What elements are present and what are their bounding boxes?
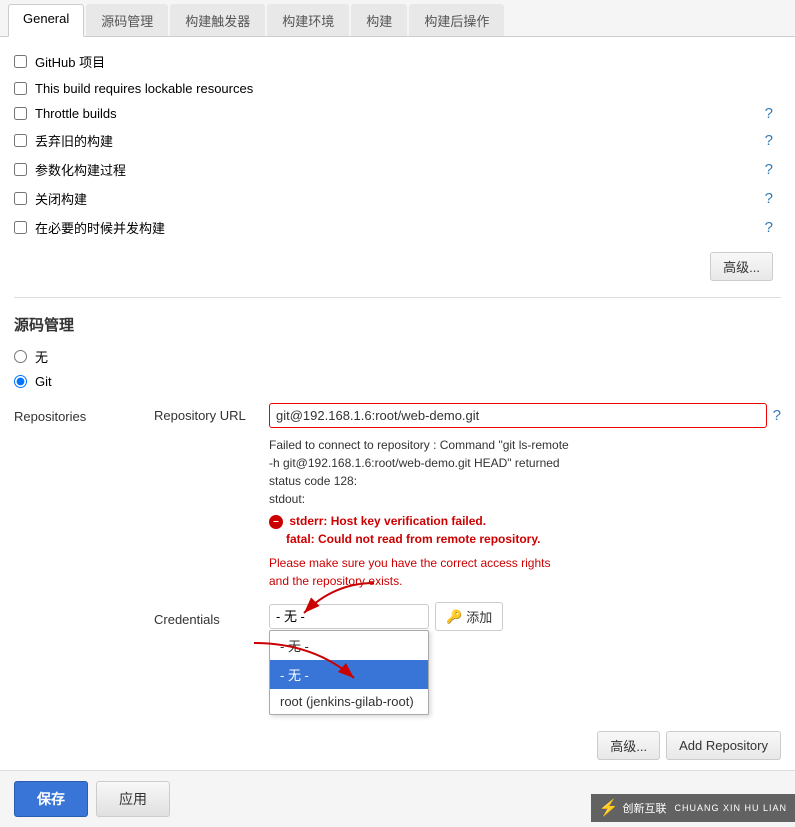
radio-none-label: 无 — [35, 347, 48, 366]
dropdown-item-none2[interactable]: - 无 - — [270, 660, 428, 689]
advanced-button[interactable]: 高级... — [710, 252, 773, 281]
error-line-8: Please make sure you have the correct ac… — [269, 554, 767, 572]
tab-post[interactable]: 构建后操作 — [409, 4, 504, 36]
apply-button[interactable]: 应用 — [96, 781, 170, 817]
checkbox-concurrent: 在必要的时候并发构建 ? — [14, 213, 781, 242]
checkbox-discard: 丢弃旧的构建 ? — [14, 126, 781, 155]
error-line-2: -h git@192.168.1.6:root/web-demo.git HEA… — [269, 454, 767, 472]
add-repo-button[interactable]: Add Repository — [666, 731, 781, 760]
repo-url-input-wrap: Failed to connect to repository : Comman… — [269, 403, 767, 594]
checkbox-lockable: This build requires lockable resources — [14, 76, 781, 101]
help-icon-concurrent[interactable]: ? — [765, 219, 773, 236]
tab-general[interactable]: General — [8, 4, 84, 37]
radio-git-label: Git — [35, 374, 52, 389]
checkbox-close-input[interactable] — [14, 192, 27, 205]
add-credential-label: 添加 — [466, 607, 492, 626]
radio-git-input[interactable] — [14, 375, 27, 388]
dropdown-item-none1[interactable]: - 无 - — [270, 631, 428, 660]
checkbox-github: GitHub 项目 — [14, 47, 781, 76]
error-line-4: stdout: — [269, 490, 767, 508]
error-line-6: fatal: Could not read from remote reposi… — [286, 530, 767, 548]
tab-build[interactable]: 构建 — [351, 4, 407, 36]
help-icon-discard[interactable]: ? — [765, 132, 773, 149]
checkbox-discard-label: 丢弃旧的构建 — [35, 131, 113, 150]
tab-env[interactable]: 构建环境 — [267, 4, 349, 36]
save-button[interactable]: 保存 — [14, 781, 88, 817]
checkbox-param-label: 参数化构建过程 — [35, 160, 126, 179]
credentials-select[interactable]: - 无 - - 无 - root (jenkins-gilab-root) — [269, 604, 429, 629]
checkbox-throttle-input[interactable] — [14, 107, 27, 120]
checkbox-discard-input[interactable] — [14, 134, 27, 147]
watermark-text: 创新互联 — [622, 800, 666, 816]
radio-none-row: 无 — [14, 343, 781, 370]
error-box: Failed to connect to repository : Comman… — [269, 432, 767, 594]
help-icon-close[interactable]: ? — [765, 190, 773, 207]
section-divider — [14, 297, 781, 298]
watermark-url: CHUANG XIN HU LIAN — [674, 803, 787, 813]
tab-trigger[interactable]: 构建触发器 — [170, 4, 265, 36]
checkbox-concurrent-input[interactable] — [14, 221, 27, 234]
source-section-header: 源码管理 — [14, 304, 781, 343]
error-line-1: Failed to connect to repository : Comman… — [269, 436, 767, 454]
tab-bar: General 源码管理 构建触发器 构建环境 构建 构建后操作 — [0, 0, 795, 37]
checkbox-param-input[interactable] — [14, 163, 27, 176]
checkbox-lockable-label: This build requires lockable resources — [35, 81, 253, 96]
repo-url-row: Repository URL Failed to connect to repo… — [154, 403, 781, 594]
checkbox-throttle-label: Throttle builds — [35, 106, 117, 121]
help-icon-throttle[interactable]: ? — [765, 105, 773, 122]
error-line-5: stderr: Host key verification failed. — [289, 514, 486, 528]
tab-source[interactable]: 源码管理 — [86, 4, 168, 36]
checkbox-lockable-input[interactable] — [14, 82, 27, 95]
repo-bottom-row: 高级... Add Repository — [154, 731, 781, 760]
credentials-select-wrap: - 无 - - 无 - root (jenkins-gilab-root) - … — [269, 604, 429, 629]
error-line-9: and the repository exists. — [269, 572, 767, 590]
repo-content: ? Repository URL Failed to connect to re… — [144, 403, 781, 760]
help-icon-url[interactable]: ? — [773, 407, 781, 424]
checkbox-throttle: Throttle builds ? — [14, 101, 781, 126]
repo-url-input[interactable] — [269, 403, 767, 428]
radio-git-row: Git — [14, 370, 781, 393]
checkbox-param: 参数化构建过程 ? — [14, 155, 781, 184]
checkbox-github-label: GitHub 项目 — [35, 52, 105, 71]
error-line-3: status code 128: — [269, 472, 767, 490]
repo-url-label: Repository URL — [154, 403, 269, 423]
watermark: ⚡ 创新互联 CHUANG XIN HU LIAN — [591, 794, 795, 822]
dropdown-item-root[interactable]: root (jenkins-gilab-root) — [270, 689, 428, 714]
credentials-row: Credentials - 无 - - 无 - root (jenkins-gi… — [154, 602, 781, 631]
checkbox-close: 关闭构建 ? — [14, 184, 781, 213]
key-icon: 🔑 — [446, 609, 462, 625]
error-stderr-row: – stderr: Host key verification failed. — [269, 512, 767, 530]
watermark-logo-icon: ⚡ — [599, 798, 619, 818]
checkbox-github-input[interactable] — [14, 55, 27, 68]
add-credential-button[interactable]: 🔑 添加 — [435, 602, 503, 631]
credentials-label: Credentials — [154, 607, 269, 627]
repositories-section: Repositories ? Repository URL Failed to … — [14, 403, 781, 760]
radio-none-input[interactable] — [14, 350, 27, 363]
checkbox-concurrent-label: 在必要的时候并发构建 — [35, 218, 165, 237]
help-icon-param[interactable]: ? — [765, 161, 773, 178]
advanced-repo-button[interactable]: 高级... — [597, 731, 660, 760]
error-circle-icon: – — [269, 515, 283, 529]
advanced-row: 高级... — [14, 242, 781, 291]
credentials-dropdown: - 无 - - 无 - root (jenkins-gilab-root) — [269, 630, 429, 715]
repositories-label: Repositories — [14, 403, 144, 760]
main-content: GitHub 项目 This build requires lockable r… — [0, 37, 795, 770]
checkbox-close-label: 关闭构建 — [35, 189, 87, 208]
